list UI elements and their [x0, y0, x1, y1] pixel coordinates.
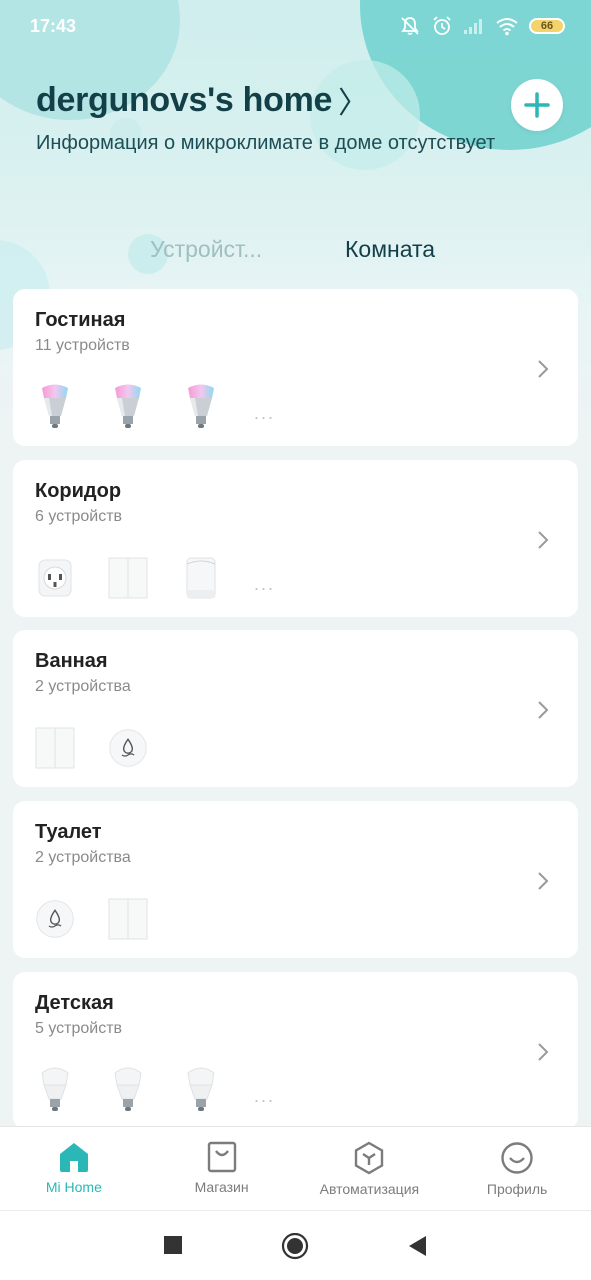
chevron-right-icon	[538, 701, 549, 719]
store-icon	[207, 1141, 236, 1173]
room-card[interactable]: Коридор 6 устройств ...	[13, 460, 578, 617]
room-device-count: 2 устройства	[35, 678, 131, 695]
battery-indicator: 66	[529, 18, 565, 34]
room-device-count: 11 устройств	[35, 337, 130, 354]
room-device-count: 5 устройств	[35, 1020, 123, 1037]
microclimate-info[interactable]: Информация о микроклимате в доме отсутст…	[36, 132, 495, 155]
system-navigation-bar	[0, 1210, 591, 1280]
alarm-icon	[433, 16, 451, 35]
view-tabs: Устройст... Комната	[0, 236, 591, 272]
more-devices-ellipsis: ...	[254, 402, 276, 423]
status-icons: 66	[399, 15, 565, 37]
nav-profile[interactable]: Профиль	[443, 1127, 591, 1210]
motion-sensor-icon	[181, 552, 221, 604]
nav-label: Автоматизация	[319, 1181, 420, 1197]
wall-switch-icon	[108, 552, 148, 604]
chevron-right-icon	[538, 872, 549, 890]
nav-label: Mi Home	[45, 1179, 102, 1195]
room-card[interactable]: Гостиная 11 устройств ...	[13, 289, 578, 446]
room-card[interactable]: Детская 5 устройств ...	[13, 972, 578, 1129]
white-bulb-icon	[181, 1064, 221, 1116]
room-name: Гостиная	[35, 309, 126, 331]
color-bulb-icon	[181, 381, 221, 433]
mi-home-app: 17:43 66 dergunovs's home 〉 Информация о…	[0, 0, 591, 1280]
room-devices	[35, 891, 181, 947]
more-devices-ellipsis: ...	[254, 1085, 276, 1106]
status-bar: 17:43 66	[0, 0, 591, 52]
room-devices: ...	[35, 1062, 275, 1118]
smart-plug-icon	[35, 552, 75, 604]
bottom-navigation: Mi Home Магазин Автоматизация Профиль	[0, 1126, 591, 1210]
color-bulb-icon	[108, 381, 148, 433]
room-name: Детская	[35, 992, 114, 1014]
room-devices: ...	[35, 379, 275, 435]
nav-label: Профиль	[486, 1181, 548, 1197]
room-name: Ванная	[35, 650, 108, 672]
recents-square-icon[interactable]	[163, 1233, 183, 1257]
chevron-right-icon	[538, 531, 549, 549]
room-device-count: 2 устройства	[35, 849, 131, 866]
signal-icon	[464, 19, 482, 34]
nav-label: Магазин	[194, 1179, 249, 1195]
nav-store[interactable]: Магазин	[148, 1127, 296, 1210]
home-circle-icon[interactable]	[281, 1233, 309, 1261]
automation-icon	[355, 1141, 384, 1175]
home-icon	[59, 1143, 88, 1172]
nav-mi-home[interactable]: Mi Home	[0, 1127, 148, 1210]
white-bulb-icon	[35, 1064, 75, 1116]
status-time: 17:43	[30, 15, 77, 36]
room-device-count: 6 устройств	[35, 508, 123, 525]
room-devices	[35, 720, 181, 776]
water-leak-sensor-icon	[108, 722, 148, 774]
white-bulb-icon	[108, 1064, 148, 1116]
wall-switch-icon	[35, 722, 75, 774]
room-devices: ...	[35, 550, 275, 606]
wall-switch-icon	[108, 893, 148, 945]
room-card[interactable]: Туалет 2 устройства	[13, 801, 578, 958]
home-name: dergunovs's home	[36, 80, 333, 119]
color-bulb-icon	[35, 381, 75, 433]
water-leak-sensor-icon	[35, 893, 75, 945]
tab-devices[interactable]: Устройст...	[150, 236, 262, 263]
tab-room[interactable]: Комната	[345, 236, 435, 263]
chevron-right-icon	[538, 360, 549, 378]
chevron-right-icon: 〉	[338, 87, 368, 120]
nav-automation[interactable]: Автоматизация	[296, 1127, 444, 1210]
wifi-icon	[496, 18, 518, 36]
chevron-right-icon	[538, 1043, 549, 1061]
plus-icon	[524, 92, 550, 118]
more-devices-ellipsis: ...	[254, 573, 276, 594]
back-triangle-icon[interactable]	[406, 1233, 428, 1259]
add-device-button[interactable]	[511, 79, 563, 131]
room-name: Туалет	[35, 821, 102, 843]
room-name: Коридор	[35, 480, 122, 502]
notifications-off-icon	[401, 17, 419, 35]
battery-level: 66	[540, 20, 554, 32]
home-selector[interactable]: dergunovs's home 〉	[36, 78, 368, 122]
profile-icon	[501, 1142, 533, 1174]
room-card[interactable]: Ванная 2 устройства	[13, 630, 578, 787]
